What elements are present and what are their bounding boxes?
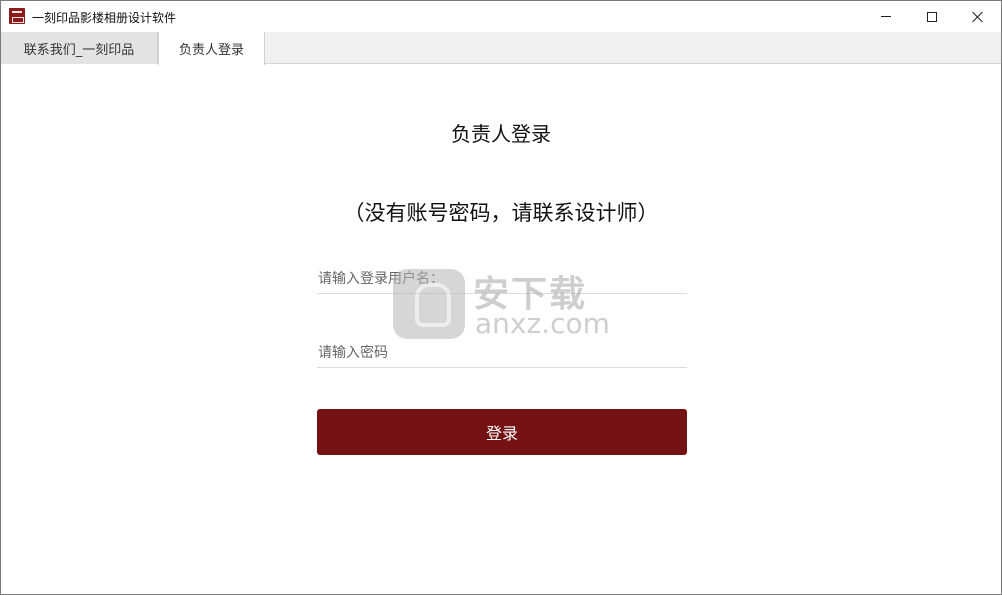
app-window: 一刻印品影楼相册设计软件 联系我们_一刻印品 负责人登录 负责人登录 （没有账号… bbox=[0, 0, 1002, 595]
tab-strip: 联系我们_一刻印品 负责人登录 bbox=[1, 32, 1001, 65]
minimize-icon bbox=[881, 16, 891, 17]
minimize-button[interactable] bbox=[863, 1, 909, 32]
password-input[interactable] bbox=[317, 338, 687, 368]
maximize-button[interactable] bbox=[909, 1, 955, 32]
page-title: 负责人登录 bbox=[451, 122, 551, 146]
close-button[interactable] bbox=[955, 1, 1001, 32]
maximize-icon bbox=[927, 11, 937, 22]
watermark-en-text: anxz.com bbox=[475, 307, 610, 340]
login-hint: （没有账号密码，请联系设计师） bbox=[343, 201, 659, 225]
login-button[interactable]: 登录 bbox=[317, 409, 687, 455]
username-input[interactable] bbox=[317, 264, 687, 294]
close-icon bbox=[972, 11, 984, 23]
title-bar[interactable]: 一刻印品影楼相册设计软件 bbox=[1, 1, 1001, 32]
tab-manager-login[interactable]: 负责人登录 bbox=[158, 32, 265, 65]
tab-contact-us[interactable]: 联系我们_一刻印品 bbox=[1, 32, 158, 64]
app-logo-icon bbox=[9, 8, 25, 24]
window-title: 一刻印品影楼相册设计软件 bbox=[32, 11, 177, 25]
